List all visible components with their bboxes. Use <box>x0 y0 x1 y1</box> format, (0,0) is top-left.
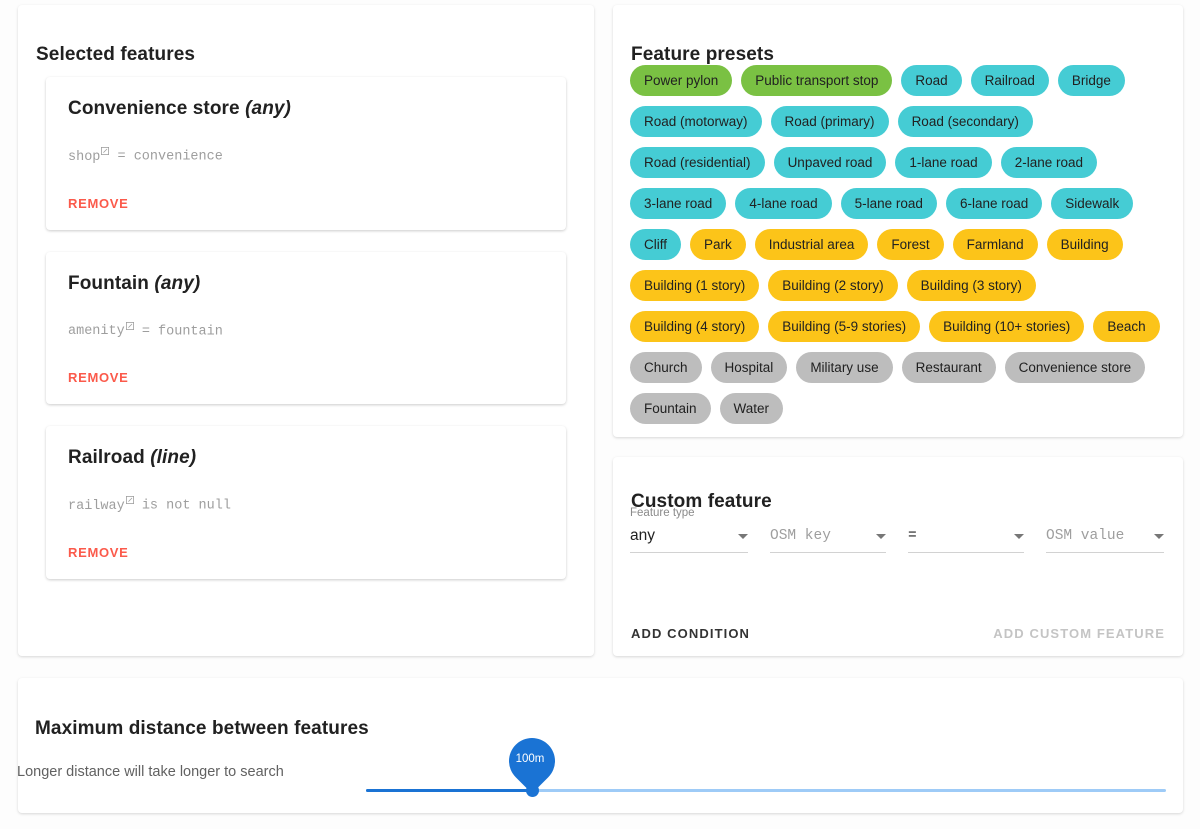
feature-card-name: Fountain <box>68 272 150 294</box>
feature-preset-chip[interactable]: 6-lane road <box>945 188 1043 219</box>
feature-preset-chip[interactable]: Building (1 story) <box>630 270 760 301</box>
selected-features-title: Selected features <box>36 43 196 65</box>
distance-hint: Longer distance will take longer to sear… <box>17 764 284 780</box>
chevron-down-icon <box>738 533 748 539</box>
custom-feature-form: Feature type any OSM key = OSM value <box>630 507 1168 553</box>
app-root: Selected features Convenience store (any… <box>0 0 1200 829</box>
feature-type-value: any <box>630 527 655 544</box>
osm-value-select[interactable]: OSM value <box>1046 525 1164 553</box>
slider-track-fill <box>366 789 532 792</box>
maximum-distance-title: Maximum distance between features <box>35 717 369 739</box>
feature-type-select[interactable]: Feature type any <box>630 507 748 553</box>
feature-preset-chip[interactable]: Park <box>690 229 746 260</box>
external-link-icon[interactable] <box>101 147 110 155</box>
feature-preset-chip[interactable]: Beach <box>1093 311 1160 342</box>
feature-preset-chip[interactable]: Hospital <box>710 352 788 383</box>
feature-preset-chip[interactable]: 2-lane road <box>1000 147 1097 178</box>
feature-preset-chip[interactable]: Building (2 story) <box>768 270 898 301</box>
feature-preset-chip[interactable]: 4-lane road <box>735 188 832 219</box>
feature-card-title: Fountain (any) <box>68 273 544 295</box>
osm-key-value: OSM key <box>770 528 831 544</box>
feature-card-geometry: (line) <box>150 447 197 468</box>
feature-card: Convenience store (any) shop = convenien… <box>46 77 566 230</box>
add-condition-button[interactable]: ADD CONDITION <box>631 626 750 641</box>
chevron-down-icon <box>1154 533 1164 539</box>
feature-preset-chip[interactable]: Public transport stop <box>741 65 893 96</box>
feature-preset-chip[interactable]: Road (secondary) <box>897 106 1033 137</box>
add-custom-feature-button[interactable]: ADD CUSTOM FEATURE <box>993 626 1165 641</box>
external-link-icon[interactable] <box>125 321 134 330</box>
feature-preset-chip[interactable]: Building <box>1046 229 1123 260</box>
osm-tag-key[interactable]: shop <box>68 150 101 165</box>
feature-preset-chip[interactable]: Power pylon <box>630 65 733 96</box>
feature-card-expression: shop = convenience <box>68 146 544 165</box>
feature-preset-chip[interactable]: Road <box>901 65 962 96</box>
feature-preset-chip[interactable]: 5-lane road <box>840 188 937 219</box>
feature-card-expression-text: = fountain <box>133 324 223 339</box>
feature-card-expression: amenity = fountain <box>68 321 544 339</box>
operator-value: = <box>908 528 917 544</box>
feature-preset-chip[interactable]: Fountain <box>630 393 711 424</box>
feature-card-expression-text: = convenience <box>109 149 223 165</box>
osm-tag-key[interactable]: amenity <box>68 324 126 339</box>
feature-preset-chip[interactable]: Road (motorway) <box>630 106 762 137</box>
remove-feature-button[interactable]: REMOVE <box>68 545 129 560</box>
osm-tag-key[interactable]: railway <box>68 499 126 514</box>
remove-feature-button[interactable]: REMOVE <box>68 196 129 211</box>
feature-preset-chip[interactable]: Sidewalk <box>1051 188 1134 219</box>
feature-preset-chip[interactable]: 3-lane road <box>630 188 727 219</box>
feature-card-name: Convenience store <box>68 98 240 119</box>
feature-preset-chip[interactable]: Building (10+ stories) <box>929 311 1085 342</box>
feature-preset-chip[interactable]: Water <box>719 393 784 424</box>
feature-card-geometry: (any) <box>154 272 201 294</box>
feature-preset-chip[interactable]: Restaurant <box>901 352 996 383</box>
maximum-distance-panel: Maximum distance between features 100m <box>18 678 1183 813</box>
feature-preset-chip[interactable]: Forest <box>877 229 944 260</box>
chevron-down-icon <box>876 533 886 539</box>
feature-preset-chip[interactable]: Church <box>630 352 702 383</box>
feature-preset-chip[interactable]: Building (3 story) <box>906 270 1036 301</box>
feature-presets-title: Feature presets <box>631 43 775 65</box>
feature-preset-chip-list: Power pylon Public transport stop Road Rail… <box>630 65 1168 424</box>
feature-preset-chip[interactable]: Bridge <box>1057 65 1125 96</box>
feature-card: Railroad (line) railway is not null REMO… <box>46 426 566 579</box>
feature-card-name: Railroad <box>68 447 145 468</box>
slider-value-label: 100m <box>515 753 545 766</box>
feature-preset-chip[interactable]: Road (primary) <box>770 106 889 137</box>
remove-feature-button[interactable]: REMOVE <box>68 370 129 385</box>
feature-preset-chip[interactable]: Convenience store <box>1004 352 1146 383</box>
feature-preset-chip[interactable]: 1-lane road <box>895 147 992 178</box>
selected-features-panel: Selected features Convenience store (any… <box>18 5 594 656</box>
custom-feature-actions: ADD CONDITION ADD CUSTOM FEATURE <box>631 626 1165 641</box>
osm-key-select[interactable]: OSM key <box>770 525 886 553</box>
selected-feature-list: Convenience store (any) shop = convenien… <box>46 77 566 601</box>
feature-card-geometry: (any) <box>245 98 291 119</box>
feature-preset-chip[interactable]: Cliff <box>630 229 682 260</box>
feature-preset-chip[interactable]: Unpaved road <box>773 147 887 178</box>
feature-preset-chip[interactable]: Building (4 story) <box>630 311 760 342</box>
feature-preset-chip[interactable]: Building (5-9 stories) <box>768 311 921 342</box>
feature-presets-panel: Feature presets Power pylon Public transp… <box>613 5 1183 437</box>
feature-card-expression-text: is not null <box>133 498 231 514</box>
distance-slider[interactable]: 100m <box>366 728 1166 810</box>
slider-thumb[interactable] <box>526 784 539 797</box>
feature-card: Fountain (any) amenity = fountain REMOVE <box>46 251 566 404</box>
feature-preset-chip[interactable]: Road (residential) <box>630 147 765 178</box>
osm-value-value: OSM value <box>1046 528 1125 544</box>
feature-preset-chip[interactable]: Railroad <box>970 65 1049 96</box>
feature-card-expression: railway is not null <box>68 495 544 514</box>
feature-preset-chip[interactable]: Industrial area <box>754 229 869 260</box>
feature-preset-chip[interactable]: Military use <box>796 352 893 383</box>
feature-card-title: Convenience store (any) <box>68 98 544 120</box>
custom-feature-panel: Custom feature Feature type any OSM key … <box>613 457 1183 656</box>
chevron-down-icon <box>1014 533 1024 539</box>
feature-card-title: Railroad (line) <box>68 447 544 469</box>
feature-preset-chip[interactable]: Farmland <box>952 229 1038 260</box>
feature-type-label: Feature type <box>630 507 695 519</box>
operator-select[interactable]: = <box>908 525 1024 553</box>
external-link-icon[interactable] <box>125 496 134 504</box>
